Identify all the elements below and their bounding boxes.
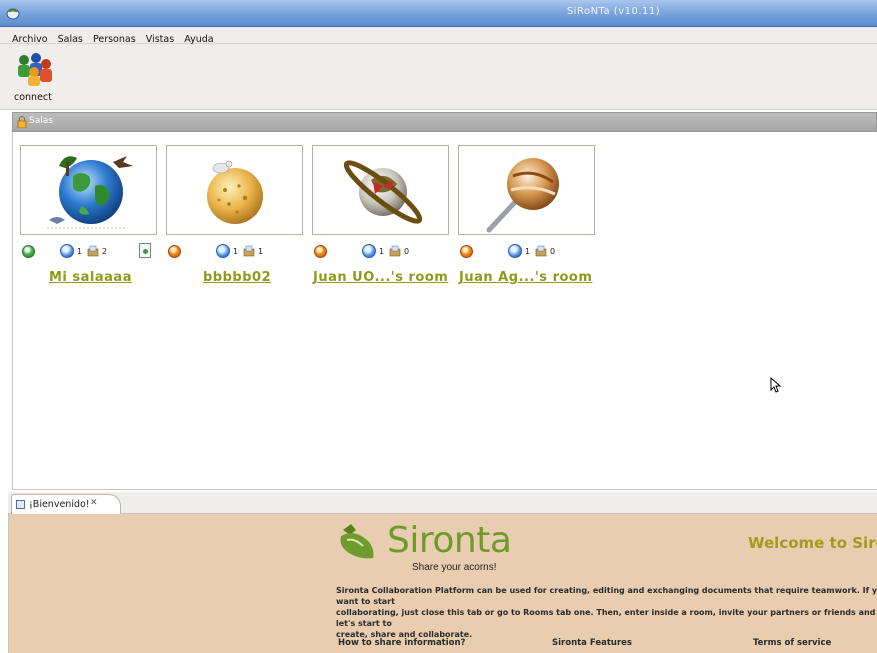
cheese-planet-icon (207, 160, 263, 224)
salas-lock-icon (17, 116, 27, 128)
room-name-link[interactable]: Mi salaaaa (49, 270, 157, 285)
features-link[interactable]: Sironta Features (552, 638, 632, 648)
room-thumbnail[interactable] (166, 145, 303, 235)
earth-globe-icon (47, 156, 133, 229)
files-count: 1 (258, 247, 264, 256)
status-offline-icon (460, 245, 473, 258)
status-offline-icon (168, 245, 181, 258)
rooms-panel: 1 2 Mi salaaaa 1 1 bbbbb02 1 0 Juan UO..… (12, 132, 877, 490)
room-stats: 1 0 (458, 242, 595, 262)
salas-view-header[interactable]: Salas (12, 112, 877, 132)
files-folder-icon[interactable] (87, 245, 99, 257)
users-info-icon[interactable] (362, 244, 376, 258)
window-title-bar[interactable]: SiRoNTa (v10.11) (0, 0, 877, 27)
brand-tagline: Share your acorns! (412, 562, 497, 573)
room-thumbnail[interactable] (312, 145, 449, 235)
editor-tab-bar: ¡Bienvenido! ✕ (8, 492, 877, 515)
close-tab-icon[interactable]: ✕ (90, 498, 98, 508)
files-folder-icon[interactable] (535, 245, 547, 257)
tab-label: ¡Bienvenido! (29, 499, 90, 510)
room-name-link[interactable]: Juan UO...'s room (313, 270, 449, 285)
files-count: 2 (102, 247, 108, 256)
toolbar: connect (0, 44, 877, 110)
acorn-logo-icon (340, 524, 374, 559)
users-count: 1 (525, 247, 531, 256)
room-name-link[interactable]: Juan Ag...'s room (459, 270, 595, 285)
users-info-icon[interactable] (508, 244, 522, 258)
users-count: 1 (77, 247, 83, 256)
status-online-icon (22, 245, 35, 258)
users-info-icon[interactable] (60, 244, 74, 258)
room-card[interactable]: 1 1 bbbbb02 (166, 145, 303, 285)
users-count: 1 (379, 247, 385, 256)
mouse-pointer-icon (770, 377, 782, 393)
document-icon[interactable] (139, 243, 151, 258)
room-stats: 1 2 (20, 242, 157, 262)
room-card[interactable]: 1 0 Juan Ag...'s room (458, 145, 595, 285)
connect-label[interactable]: connect (14, 92, 52, 103)
welcome-heading: Welcome to Siro (748, 534, 877, 552)
room-card[interactable]: 1 0 Juan UO...'s room (312, 145, 449, 285)
terms-link[interactable]: Terms of service (753, 638, 831, 648)
users-info-icon[interactable] (216, 244, 230, 258)
menu-bar: Archivo Salas Personas Vistas Ayuda (0, 27, 877, 45)
welcome-page: Sironta Share your acorns! Welcome to Si… (8, 514, 877, 653)
status-offline-icon (314, 245, 327, 258)
files-count: 0 (550, 247, 556, 256)
users-count: 1 (233, 247, 239, 256)
files-folder-icon[interactable] (389, 245, 401, 257)
tab-bienvenido[interactable]: ¡Bienvenido! ✕ (11, 494, 121, 515)
files-count: 0 (404, 247, 410, 256)
room-stats: 1 0 (312, 242, 449, 262)
brand-name: Sironta (387, 520, 512, 561)
welcome-description: Sironta Collaboration Platform can be us… (336, 586, 877, 639)
room-thumbnail[interactable] (20, 145, 157, 235)
room-name-link[interactable]: bbbbb02 (203, 270, 303, 285)
lollipop-icon (486, 158, 559, 233)
room-thumbnail[interactable] (458, 145, 595, 235)
room-stats: 1 1 (166, 242, 303, 262)
saturn-hat-icon (343, 160, 423, 224)
connect-people-icon[interactable] (14, 50, 58, 86)
window-icon (16, 500, 25, 509)
room-card[interactable]: 1 2 Mi salaaaa (20, 145, 157, 285)
salas-view-title: Salas (29, 116, 53, 126)
files-folder-icon[interactable] (243, 245, 255, 257)
window-title: SiRoNTa (v10.11) (566, 6, 661, 17)
how-to-share-link[interactable]: How to share information? (338, 638, 465, 648)
